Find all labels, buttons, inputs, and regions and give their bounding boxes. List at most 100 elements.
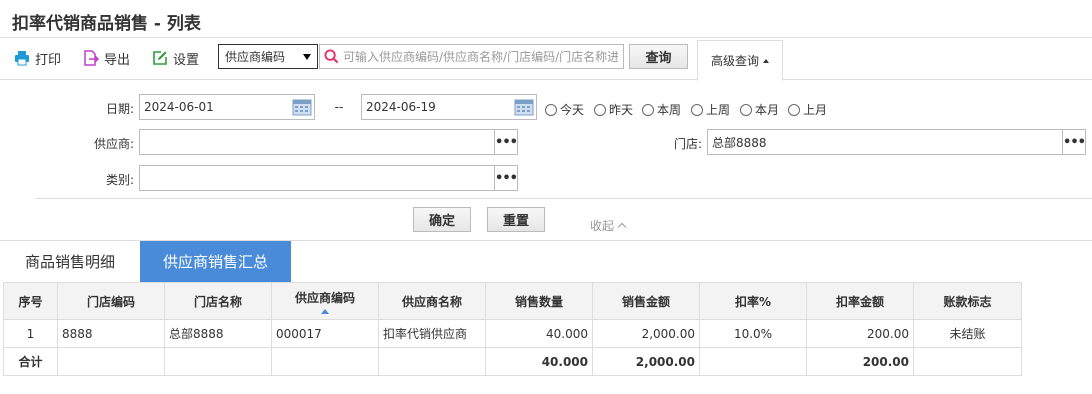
print-button[interactable]: 打印 [14, 48, 61, 68]
export-icon [84, 50, 99, 66]
tab-product-sales-detail[interactable]: 商品销售明细 [0, 241, 140, 282]
settings-label: 设置 [173, 52, 200, 68]
search-input[interactable] [343, 49, 618, 64]
range-label: 本月 [755, 103, 780, 117]
cell-sales-amount: 2,000.00 [592, 319, 700, 348]
cell-sales-qty: 40.000 [485, 319, 593, 348]
cell-rate: 10.0% [699, 319, 807, 348]
radio-circle [642, 103, 654, 116]
total-empty-cell [699, 347, 807, 376]
range-label: 上月 [803, 103, 828, 117]
total-empty-cell [57, 347, 165, 376]
category-picker-button[interactable]: ••• [494, 166, 518, 190]
category-label: 类别: [105, 173, 134, 187]
cell-account-flag: 未结账 [913, 319, 1022, 348]
column-header-seq[interactable]: 序号 [3, 282, 58, 320]
store-input[interactable]: 总部8888 ••• [707, 129, 1086, 155]
cell-store-code: 8888 [57, 319, 165, 348]
print-label: 打印 [35, 52, 62, 68]
radio-circle [788, 103, 800, 116]
search-icon [324, 49, 339, 64]
category-input[interactable]: ••• [139, 165, 518, 191]
range-label: 昨天 [609, 103, 634, 117]
column-header-sales-qty[interactable]: 销售数量 [485, 282, 593, 320]
supplier-picker-button[interactable]: ••• [494, 130, 518, 154]
confirm-button[interactable]: 确定 [413, 207, 471, 232]
column-header-rate[interactable]: 扣率% [699, 282, 807, 320]
column-header-supplier-name[interactable]: 供应商名称 [378, 282, 486, 320]
calendar-icon[interactable] [514, 98, 534, 116]
settings-button[interactable]: 设置 [152, 48, 199, 68]
chevron-up-icon [617, 222, 627, 232]
collapse-toggle[interactable]: 收起 [590, 217, 627, 234]
total-sales-qty: 40.000 [485, 347, 593, 376]
date-separator: -- [334, 100, 344, 114]
export-label: 导出 [104, 52, 131, 68]
title-bar: 扣率代销商品销售 - 列表 [0, 0, 1092, 38]
advanced-search-toggle[interactable]: 高级查询 [697, 40, 783, 81]
total-empty-cell [913, 347, 1022, 376]
sort-ascending-icon [321, 308, 329, 314]
query-button[interactable]: 查询 [629, 44, 688, 69]
collapse-label: 收起 [590, 219, 615, 233]
range-this-week-radio[interactable]: 本周 [642, 101, 681, 118]
chevron-down-icon [303, 53, 311, 60]
cell-store-name: 总部8888 [164, 319, 272, 348]
calendar-icon[interactable] [292, 98, 312, 116]
caret-up-icon [763, 58, 769, 63]
printer-icon [15, 51, 29, 66]
cell-supplier-name: 扣率代销供应商 [378, 319, 486, 348]
store-label: 门店: [673, 137, 702, 151]
cell-rate-amount: 200.00 [806, 319, 914, 348]
cell-supplier-code: 000017 [271, 319, 379, 348]
filter-divider [36, 198, 1092, 199]
range-label: 本周 [657, 103, 682, 117]
total-rate-amount: 200.00 [806, 347, 914, 376]
range-last-week-radio[interactable]: 上周 [691, 101, 730, 118]
search-field-select[interactable]: 供应商编码 [218, 44, 318, 69]
total-empty-cell [271, 347, 379, 376]
advanced-search-label: 高级查询 [710, 54, 759, 68]
page-title: 扣率代销商品销售 - 列表 [12, 14, 201, 34]
column-header-sales-amount[interactable]: 销售金额 [592, 282, 700, 320]
total-empty-cell [164, 347, 272, 376]
radio-circle [594, 103, 606, 116]
date-from-value: 2024-06-01 [144, 100, 214, 114]
total-label: 合计 [3, 347, 58, 376]
range-yesterday-radio[interactable]: 昨天 [594, 101, 633, 118]
search-field-selected: 供应商编码 [225, 50, 286, 64]
range-this-month-radio[interactable]: 本月 [740, 101, 779, 118]
table-total-row: 合计 40.000 2,000.00 200.00 [3, 347, 1022, 376]
range-last-month-radio[interactable]: 上月 [788, 101, 827, 118]
edit-settings-icon [153, 51, 167, 65]
supplier-input[interactable]: ••• [139, 129, 518, 155]
range-label: 今天 [560, 103, 585, 117]
export-button[interactable]: 导出 [83, 48, 130, 68]
table-row[interactable]: 1 8888 总部8888 000017 扣率代销供应商 40.000 2,00… [3, 319, 1022, 348]
total-empty-cell [378, 347, 486, 376]
radio-circle [740, 103, 752, 116]
date-to-value: 2024-06-19 [366, 100, 436, 114]
tab-supplier-sales-summary[interactable]: 供应商销售汇总 [140, 241, 291, 282]
column-header-account-flag[interactable]: 账款标志 [913, 282, 1022, 320]
column-header-supplier-code[interactable]: 供应商编码 [271, 282, 379, 320]
store-picker-button[interactable]: ••• [1062, 130, 1086, 154]
radio-circle [545, 103, 557, 116]
column-header-store-name[interactable]: 门店名称 [164, 282, 272, 320]
supplier-label: 供应商: [93, 137, 134, 151]
column-header-rate-amount[interactable]: 扣率金额 [806, 282, 914, 320]
reset-button[interactable]: 重置 [487, 207, 545, 232]
column-header-label: 供应商编码 [294, 290, 355, 305]
cell-seq: 1 [3, 319, 58, 348]
total-sales-amount: 2,000.00 [592, 347, 700, 376]
table-header-row: 序号 门店编码 门店名称 供应商编码 供应商名称 销售数量 销售金额 扣率% 扣… [3, 282, 1022, 320]
toolbar: 打印 导出 设置 供应商编码 查询 [0, 38, 1092, 80]
search-box [319, 44, 624, 69]
range-label: 上周 [706, 103, 731, 117]
range-today-radio[interactable]: 今天 [545, 101, 584, 118]
date-label: 日期: [105, 102, 134, 116]
date-to-input[interactable]: 2024-06-19 [361, 94, 537, 120]
radio-circle [691, 103, 703, 116]
column-header-store-code[interactable]: 门店编码 [57, 282, 165, 320]
date-from-input[interactable]: 2024-06-01 [139, 94, 315, 120]
